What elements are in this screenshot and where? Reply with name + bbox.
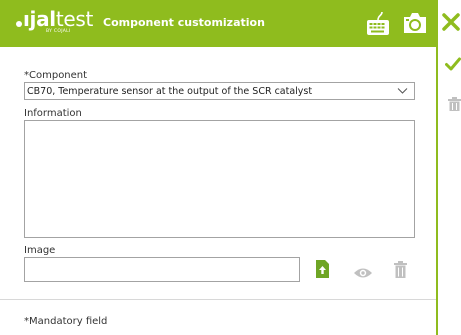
upload-icon[interactable] (316, 260, 329, 278)
information-label: Information (24, 108, 82, 119)
page-title: Component customization (103, 16, 265, 29)
mandatory-note: *Mandatory field (24, 316, 108, 327)
jaltest-logo: ıjaltest BY COJALI (16, 7, 96, 41)
component-select[interactable]: CB70, Temperature sensor at the output o… (24, 82, 415, 100)
close-icon[interactable] (441, 11, 461, 33)
footer-divider (0, 299, 436, 300)
component-select-value: CB70, Temperature sensor at the output o… (27, 86, 313, 97)
check-icon[interactable] (445, 56, 461, 71)
component-label: *Component (24, 70, 88, 81)
logo-dot (16, 21, 22, 27)
logo-byline: BY COJALI (46, 29, 71, 34)
image-trash-icon[interactable] (394, 261, 407, 278)
camera-icon[interactable] (402, 11, 428, 35)
keyboard-icon[interactable] (366, 10, 390, 36)
image-input[interactable] (24, 257, 300, 282)
information-textarea[interactable] (24, 120, 415, 238)
image-label: Image (24, 245, 56, 256)
eye-icon[interactable] (353, 264, 373, 278)
logo-wordmark: ıjaltest (23, 7, 94, 31)
trash-icon[interactable] (448, 96, 461, 111)
side-divider (436, 47, 438, 335)
chevron-down-icon (397, 88, 408, 94)
